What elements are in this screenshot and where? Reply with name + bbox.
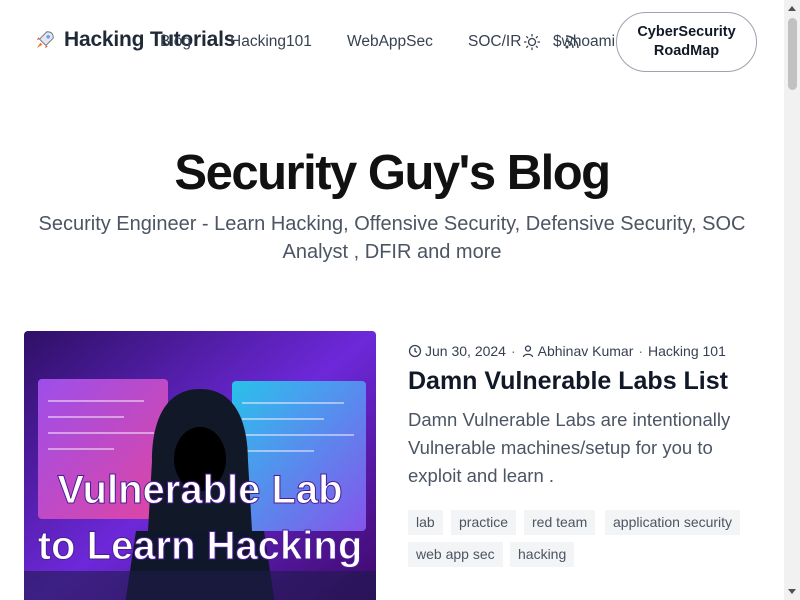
tag-hacking[interactable]: hacking bbox=[510, 542, 575, 567]
thumbnail-illustration: Vulnerable Lab to Learn Hacking bbox=[24, 331, 376, 600]
rss-icon[interactable] bbox=[563, 33, 581, 51]
tag-application-security[interactable]: application security bbox=[605, 510, 741, 535]
cybersecurity-roadmap-button[interactable]: CyberSecurity RoadMap bbox=[616, 12, 757, 72]
page-subtitle: Security Engineer - Learn Hacking, Offen… bbox=[38, 213, 746, 263]
meta-separator: · bbox=[638, 343, 644, 359]
sun-icon[interactable] bbox=[523, 33, 541, 51]
post-category[interactable]: Hacking 101 bbox=[648, 343, 726, 359]
post-date: Jun 30, 2024 bbox=[425, 343, 506, 359]
post-title[interactable]: Damn Vulnerable Labs List bbox=[408, 367, 728, 396]
site-header: Hacking Tutorials Blog Hacking101 WebApp… bbox=[0, 0, 784, 86]
tag-practice[interactable]: practice bbox=[451, 510, 517, 535]
tag-red-team[interactable]: red team bbox=[524, 510, 596, 535]
thumbnail-text-line1: Vulnerable Lab bbox=[57, 468, 342, 512]
user-icon bbox=[522, 345, 533, 358]
page: Hacking Tutorials Blog Hacking101 WebApp… bbox=[0, 0, 784, 600]
nav-webappsec[interactable]: WebAppSec bbox=[347, 33, 433, 51]
clock-icon bbox=[408, 344, 422, 358]
brand-name: Hacking Tutorials bbox=[64, 28, 236, 51]
post-author[interactable]: Abhinav Kumar bbox=[538, 343, 634, 359]
scroll-up-arrow-icon[interactable] bbox=[784, 0, 800, 16]
brand-link[interactable]: Hacking Tutorials bbox=[34, 28, 235, 52]
vertical-scrollbar[interactable] bbox=[784, 0, 800, 600]
roadmap-button-label: CyberSecurity RoadMap bbox=[637, 24, 736, 59]
rocket-icon bbox=[36, 31, 54, 49]
scroll-down-arrow-icon[interactable] bbox=[784, 584, 800, 600]
page-title: Security Guy's Blog bbox=[174, 146, 611, 200]
tag-lab[interactable]: lab bbox=[408, 510, 443, 535]
nav-soc-ir[interactable]: SOC/IR bbox=[468, 33, 521, 51]
post-excerpt: Damn Vulnerable Labs are intentionally V… bbox=[408, 409, 731, 486]
post-meta: Jun 30, 2024 · Abhinav Kumar · Hacking 1… bbox=[408, 343, 726, 359]
nav-hacking101[interactable]: Hacking101 bbox=[230, 33, 312, 51]
meta-separator: · bbox=[510, 343, 516, 359]
nav-blog[interactable]: Blog bbox=[160, 33, 191, 51]
post-thumbnail[interactable]: Vulnerable Lab to Learn Hacking bbox=[24, 331, 376, 600]
scrollbar-thumb[interactable] bbox=[788, 18, 797, 90]
thumbnail-text-line2: to Learn Hacking bbox=[38, 524, 363, 568]
tag-web-app-sec[interactable]: web app sec bbox=[408, 542, 503, 567]
